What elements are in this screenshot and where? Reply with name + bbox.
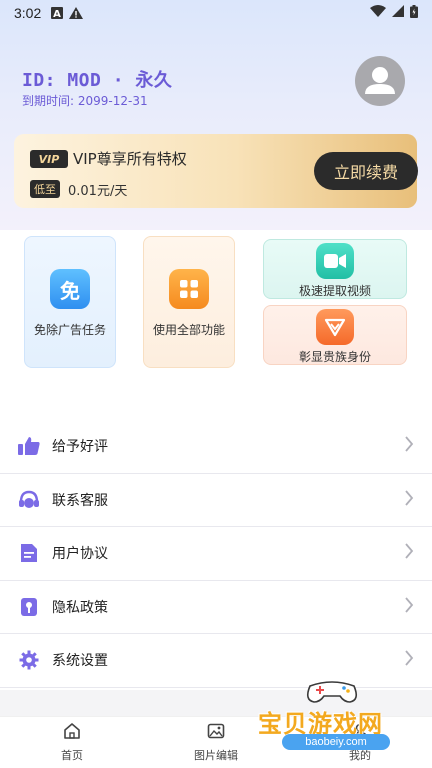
lock-icon [18,596,40,618]
gamepad-icon [306,681,358,703]
headset-icon [18,489,40,511]
chevron-right-icon [404,436,414,456]
feature-tile-noble-identity[interactable]: 彰显贵族身份 [263,305,407,365]
watermark: 宝贝游戏网 baobeiy.com [252,674,422,764]
document-icon [18,542,40,564]
menu-label: 给予好评 [52,439,108,456]
vip-crown-icon [316,309,354,345]
feature-label: 免除广告任务 [33,323,106,337]
vip-badge: VIP [30,150,68,168]
price-tag: 低至 [30,180,60,198]
nav-label: 首页 [61,749,83,762]
chevron-right-icon [404,597,414,617]
image-edit-icon [207,722,225,744]
avatar[interactable] [355,56,405,106]
vip-title: VIP尊享所有特权 [73,150,187,168]
feature-tile-video-extract[interactable]: 极速提取视频 [263,239,407,299]
feature-label: 使用全部功能 [152,323,225,337]
thumbs-up-icon [18,435,40,457]
menu-label: 联系客服 [52,492,108,509]
menu-label: 系统设置 [52,653,108,670]
menu-item-user-agreement[interactable]: 用户协议 [0,527,432,581]
grid-icon [169,269,209,309]
price-text: 0.01元/天 [68,184,128,199]
nav-label: 图片编辑 [194,749,238,762]
menu-label: 用户协议 [52,546,108,563]
user-id: ID: MOD · 永久 [22,70,173,91]
notification-a-icon: A [51,7,64,19]
feature-tile-no-ads[interactable]: 免 免除广告任务 [24,236,116,368]
home-icon [63,722,81,744]
video-icon [316,243,354,279]
feature-tile-all-functions[interactable]: 使用全部功能 [143,236,235,368]
menu-item-privacy[interactable]: 隐私政策 [0,580,432,634]
menu-item-rate[interactable]: 给予好评 [0,420,432,474]
svg-text:A: A [53,9,61,19]
status-bar: 3:02 A [0,0,432,26]
nav-home[interactable]: 首页 [0,717,144,768]
wifi-icon [370,5,386,21]
menu-item-support[interactable]: 联系客服 [0,473,432,527]
feature-label: 极速提取视频 [298,284,371,298]
signal-icon [392,5,404,21]
chevron-right-icon [404,543,414,563]
feature-label: 彰显贵族身份 [298,350,371,364]
free-icon: 免 [50,269,90,309]
vip-card: VIP VIP尊享所有特权 低至 0.01元/天 立即续费 [14,134,418,208]
expire-date: 到期时间: 2099-12-31 [22,94,148,108]
watermark-url: baobeiy.com [282,734,390,750]
warning-icon [69,7,84,19]
battery-icon [410,4,418,22]
chevron-right-icon [404,490,414,510]
renew-button[interactable]: 立即续费 [314,152,418,190]
status-time: 3:02 [14,5,42,21]
settings-menu: 给予好评 联系客服 用户协议 隐私政策 系统设置 [0,420,432,688]
chevron-right-icon [404,650,414,670]
avatar-icon [365,67,395,94]
gear-icon [18,649,40,671]
menu-label: 隐私政策 [52,599,108,616]
